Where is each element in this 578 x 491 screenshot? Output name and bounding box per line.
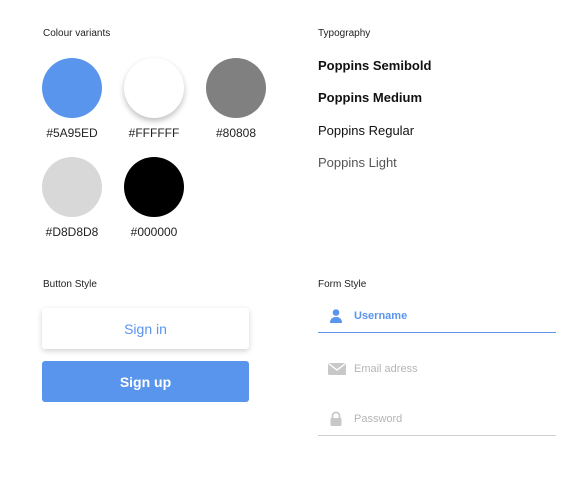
swatch-white: [124, 58, 184, 118]
typography-semibold: Poppins Semibold: [318, 58, 432, 73]
swatch-blue-label: #5A95ED: [46, 126, 98, 140]
password-label: Password: [354, 413, 403, 425]
swatch-light-grey-label: #D8D8D8: [45, 225, 99, 239]
user-icon: [328, 308, 344, 324]
typography-light: Poppins Light: [318, 155, 397, 170]
email-label: Email adress: [354, 363, 418, 375]
typography-title: Typography: [318, 28, 371, 39]
password-field[interactable]: Password: [318, 410, 556, 436]
username-field[interactable]: Username: [318, 307, 556, 333]
swatch-black-label: #000000: [130, 225, 178, 239]
swatch-black: [124, 157, 184, 217]
sign-up-button[interactable]: Sign up: [42, 361, 249, 402]
username-label: Username: [354, 310, 408, 322]
swatch-grey: [206, 58, 266, 118]
envelope-icon: [328, 361, 346, 377]
sign-in-button[interactable]: Sign in: [42, 308, 249, 349]
swatch-white-label: #FFFFFF: [128, 126, 180, 140]
lock-icon: [328, 411, 344, 427]
password-underline: [318, 435, 556, 436]
typography-medium: Poppins Medium: [318, 90, 422, 105]
colour-variants-title: Colour variants: [43, 28, 111, 39]
button-style-title: Button Style: [43, 279, 97, 290]
typography-regular: Poppins Regular: [318, 123, 415, 138]
username-underline: [318, 332, 556, 333]
swatch-light-grey: [42, 157, 102, 217]
email-field[interactable]: Email adress: [318, 360, 556, 386]
swatch-blue: [42, 58, 102, 118]
form-style-title: Form Style: [318, 279, 367, 290]
swatch-grey-label: #80808: [215, 126, 257, 140]
